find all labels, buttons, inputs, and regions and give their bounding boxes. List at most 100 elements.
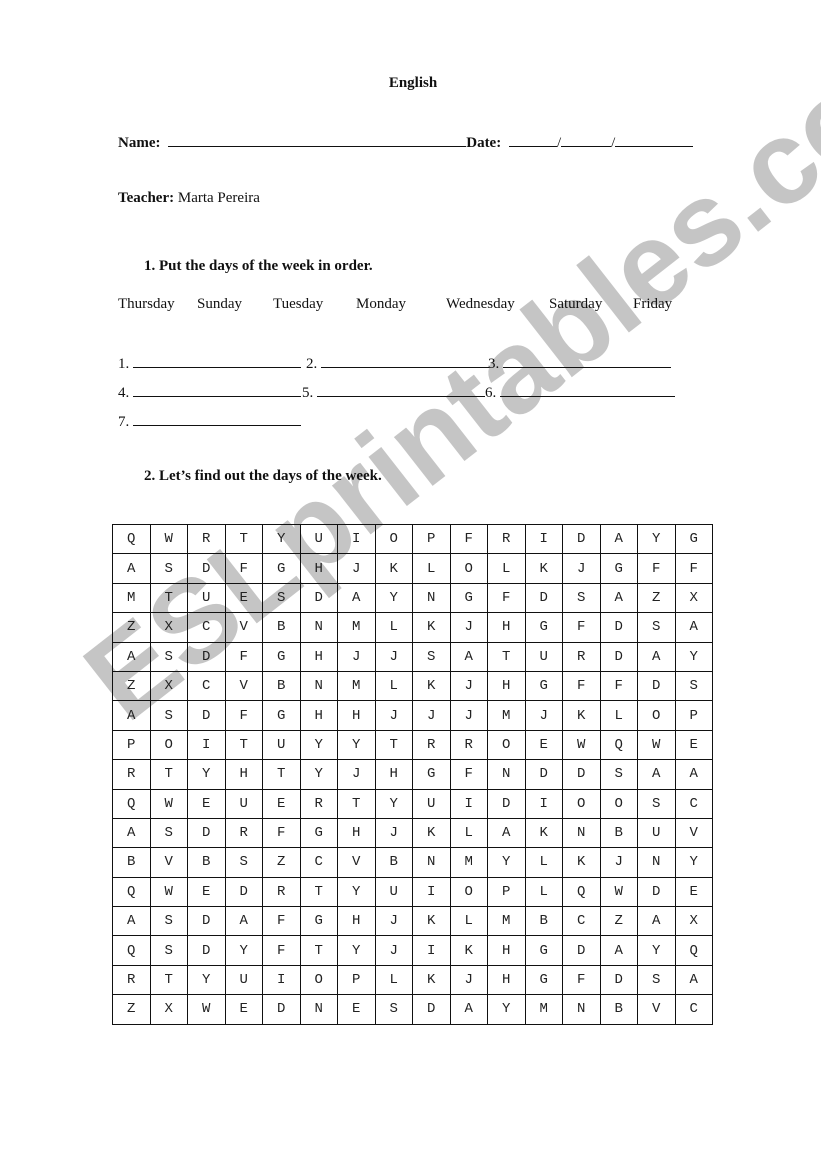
grid-cell[interactable]: Z (637, 582, 676, 614)
grid-cell[interactable]: A (599, 582, 638, 614)
grid-cell[interactable]: P (112, 729, 151, 761)
grid-cell[interactable]: F (562, 964, 601, 996)
grid-cell[interactable]: Q (599, 729, 638, 761)
grid-cell[interactable]: I (524, 788, 563, 819)
grid-cell[interactable]: R (112, 964, 151, 996)
grid-cell[interactable]: U (224, 788, 263, 819)
grid-cell[interactable]: O (487, 729, 526, 761)
grid-cell[interactable]: B (599, 817, 638, 849)
grid-cell[interactable]: H (374, 759, 413, 790)
grid-cell[interactable]: J (412, 700, 451, 731)
grid-cell[interactable]: D (599, 964, 638, 996)
grid-cell[interactable]: K (412, 906, 451, 937)
grid-cell[interactable]: C (562, 906, 601, 937)
grid-cell[interactable]: L (524, 847, 563, 878)
grid-cell[interactable]: U (224, 964, 263, 996)
grid-cell[interactable]: A (112, 641, 151, 672)
grid-cell[interactable]: N (299, 670, 338, 702)
grid-cell[interactable]: E (524, 729, 563, 761)
grid-cell[interactable]: Y (674, 641, 713, 672)
grid-cell[interactable]: D (187, 700, 226, 731)
grid-cell[interactable]: G (299, 817, 338, 849)
grid-cell[interactable]: O (149, 729, 188, 761)
grid-cell[interactable]: Y (487, 994, 526, 1025)
grid-cell[interactable]: D (562, 935, 601, 966)
grid-cell[interactable]: X (149, 670, 188, 702)
grid-cell[interactable]: K (524, 553, 563, 584)
grid-cell[interactable]: Q (112, 876, 151, 908)
grid-cell[interactable]: S (149, 935, 188, 966)
grid-cell[interactable]: H (299, 641, 338, 672)
grid-cell[interactable]: E (224, 994, 263, 1025)
grid-cell[interactable]: A (637, 906, 676, 937)
grid-cell[interactable]: D (187, 641, 226, 672)
grid-cell[interactable]: T (224, 523, 263, 555)
grid-cell[interactable]: P (412, 523, 451, 555)
grid-cell[interactable]: F (449, 759, 488, 790)
grid-cell[interactable]: G (674, 523, 713, 555)
grid-cell[interactable]: F (224, 700, 263, 731)
grid-cell[interactable]: H (299, 700, 338, 731)
grid-cell[interactable]: G (262, 641, 301, 672)
grid-cell[interactable]: G (524, 935, 563, 966)
grid-cell[interactable]: D (187, 553, 226, 584)
grid-cell[interactable]: A (112, 817, 151, 849)
grid-cell[interactable]: G (524, 964, 563, 996)
grid-cell[interactable]: J (599, 847, 638, 878)
grid-cell[interactable]: F (262, 906, 301, 937)
grid-cell[interactable]: I (187, 729, 226, 761)
grid-cell[interactable]: J (374, 700, 413, 731)
grid-cell[interactable]: G (599, 553, 638, 584)
grid-cell[interactable]: N (412, 847, 451, 878)
grid-cell[interactable]: A (674, 759, 713, 790)
grid-cell[interactable]: D (524, 759, 563, 790)
grid-cell[interactable]: Y (187, 759, 226, 790)
grid-cell[interactable]: R (487, 523, 526, 555)
grid-cell[interactable]: D (187, 817, 226, 849)
grid-cell[interactable]: F (224, 641, 263, 672)
grid-cell[interactable]: E (187, 876, 226, 908)
answer-field-5[interactable] (317, 382, 486, 397)
grid-cell[interactable]: G (262, 553, 301, 584)
grid-cell[interactable]: S (149, 906, 188, 937)
grid-cell[interactable]: S (674, 670, 713, 702)
grid-cell[interactable]: S (149, 553, 188, 584)
grid-cell[interactable]: A (599, 523, 638, 555)
grid-cell[interactable]: H (224, 759, 263, 790)
grid-cell[interactable]: B (374, 847, 413, 878)
grid-cell[interactable]: S (637, 612, 676, 643)
grid-cell[interactable]: B (262, 670, 301, 702)
grid-cell[interactable]: Y (637, 523, 676, 555)
grid-cell[interactable]: D (562, 523, 601, 555)
grid-cell[interactable]: M (524, 994, 563, 1025)
grid-cell[interactable]: V (149, 847, 188, 878)
grid-cell[interactable]: D (299, 582, 338, 614)
grid-cell[interactable]: W (187, 994, 226, 1025)
grid-cell[interactable]: R (299, 788, 338, 819)
grid-cell[interactable]: R (224, 817, 263, 849)
grid-cell[interactable]: N (637, 847, 676, 878)
grid-cell[interactable]: E (262, 788, 301, 819)
grid-cell[interactable]: F (562, 612, 601, 643)
grid-cell[interactable]: K (562, 700, 601, 731)
grid-cell[interactable]: S (149, 817, 188, 849)
grid-cell[interactable]: D (262, 994, 301, 1025)
grid-cell[interactable]: U (412, 788, 451, 819)
grid-cell[interactable]: S (149, 700, 188, 731)
grid-cell[interactable]: A (599, 935, 638, 966)
grid-cell[interactable]: L (449, 817, 488, 849)
grid-cell[interactable]: K (562, 847, 601, 878)
grid-cell[interactable]: O (599, 788, 638, 819)
answer-field-2[interactable] (321, 353, 490, 368)
grid-cell[interactable]: Y (299, 759, 338, 790)
grid-cell[interactable]: A (674, 612, 713, 643)
grid-cell[interactable]: L (449, 906, 488, 937)
grid-cell[interactable]: D (562, 759, 601, 790)
grid-cell[interactable]: W (149, 876, 188, 908)
grid-cell[interactable]: K (412, 612, 451, 643)
grid-cell[interactable]: S (637, 788, 676, 819)
grid-cell[interactable]: A (487, 817, 526, 849)
grid-cell[interactable]: X (149, 612, 188, 643)
grid-cell[interactable]: A (449, 994, 488, 1025)
grid-cell[interactable]: H (487, 612, 526, 643)
